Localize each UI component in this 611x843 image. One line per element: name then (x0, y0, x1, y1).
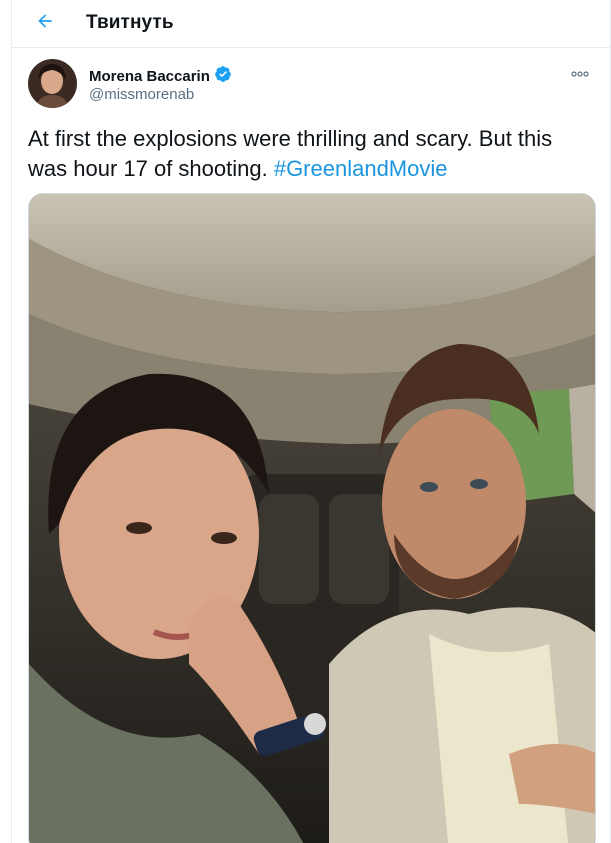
avatar[interactable] (28, 59, 77, 108)
tweet-header: Morena Baccarin @missmorenab (28, 59, 594, 109)
verified-badge-icon (214, 65, 232, 88)
back-button[interactable] (28, 6, 62, 40)
name-row: Morena Baccarin (89, 65, 232, 88)
more-horizontal-icon (571, 64, 589, 82)
tweet-text: At first the explosions were thrilling a… (28, 124, 588, 184)
more-button[interactable] (568, 63, 592, 83)
tweet-page: Твитнуть Morena Baccarin @missmorenab At… (11, 0, 611, 843)
display-name[interactable]: Morena Baccarin (89, 68, 210, 85)
author-handle[interactable]: @missmorenab (89, 86, 194, 103)
top-bar: Твитнуть (12, 0, 610, 48)
page-title: Твитнуть (86, 12, 174, 33)
arrow-left-icon (35, 11, 55, 36)
tweet-photo[interactable] (28, 193, 596, 843)
hashtag-link[interactable]: #GreenlandMovie (274, 156, 448, 181)
